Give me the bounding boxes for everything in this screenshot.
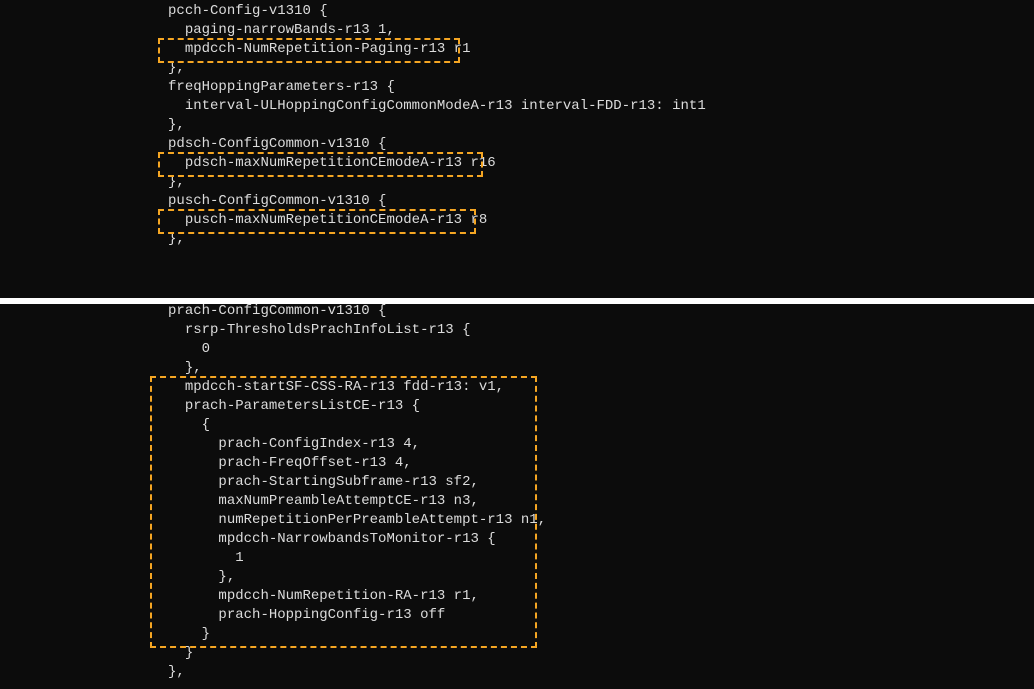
code-block-bottom: prach-ConfigCommon-v1310 { rsrp-Threshol… [0, 304, 546, 682]
code-pane-bottom: prach-ConfigCommon-v1310 { rsrp-Threshol… [0, 304, 1034, 689]
code-pane-top: pcch-Config-v1310 { paging-narrowBands-r… [0, 0, 1034, 298]
code-block-top: pcch-Config-v1310 { paging-narrowBands-r… [0, 2, 706, 249]
